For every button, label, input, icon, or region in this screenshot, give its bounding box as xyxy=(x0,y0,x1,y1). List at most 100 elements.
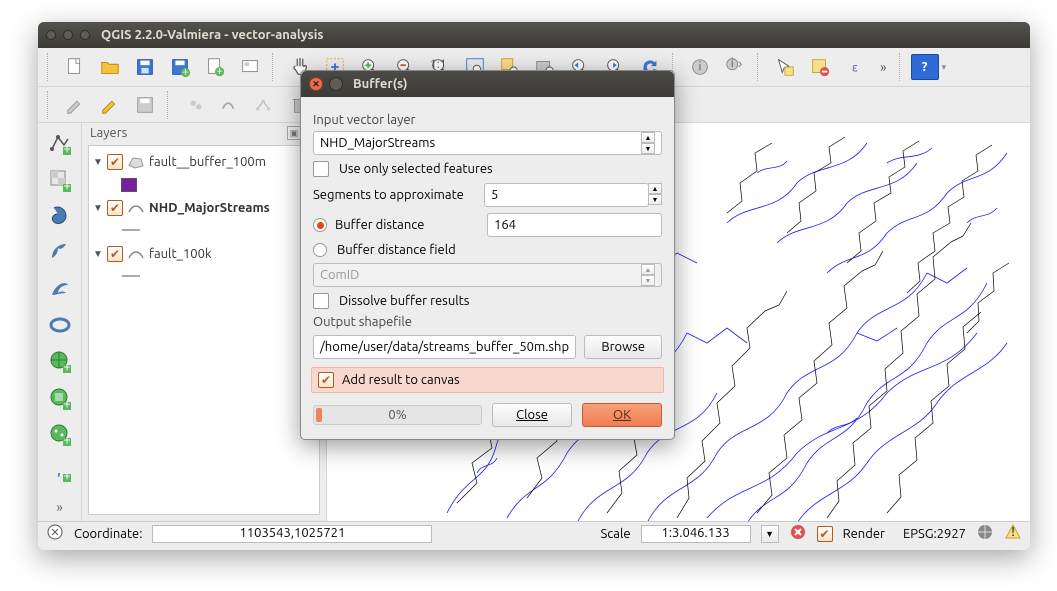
identify-results-button[interactable]: i xyxy=(719,51,751,83)
window-titlebar: QGIS 2.2.0-Valmiera - vector-analysis xyxy=(38,22,1030,48)
add-wcs-button[interactable]: + xyxy=(45,384,75,412)
add-oracle-button[interactable] xyxy=(45,311,75,339)
save-button[interactable] xyxy=(129,51,161,83)
add-wfs-button[interactable]: + xyxy=(45,420,75,448)
collapse-icon[interactable]: ▼ xyxy=(93,202,103,214)
composer-button[interactable] xyxy=(234,51,266,83)
new-layer-button[interactable]: + xyxy=(199,51,231,83)
spin-up-icon: ▲ xyxy=(641,264,655,275)
save-as-button[interactable]: + xyxy=(164,51,196,83)
spin-down-icon[interactable]: ▼ xyxy=(641,143,655,154)
buffer-distance-radio[interactable] xyxy=(313,218,327,232)
add-postgis-button[interactable] xyxy=(45,202,75,230)
add-spatialite-button[interactable] xyxy=(45,238,75,266)
dialog-titlebar[interactable]: ✕ Buffer(s) xyxy=(301,71,674,97)
dialog-close-icon[interactable]: ✕ xyxy=(309,77,323,91)
deselect-button[interactable] xyxy=(804,51,836,83)
add-delimited-button[interactable]: ,+ xyxy=(45,456,75,484)
layer-visibility-checkbox[interactable]: ✔ xyxy=(107,246,123,262)
input-layer-label: Input vector layer xyxy=(313,113,662,127)
input-layer-value: NHD_MajorStreams xyxy=(320,136,435,150)
coordinate-input[interactable]: 1103543,1025721 xyxy=(152,525,432,543)
line-symbol-icon xyxy=(121,224,141,238)
close-button[interactable]: Close xyxy=(492,403,572,427)
scale-dropdown-icon[interactable]: ▼ xyxy=(761,525,779,543)
use-selected-checkbox[interactable] xyxy=(313,161,329,177)
save-edits-button[interactable] xyxy=(129,89,161,121)
ok-button[interactable]: OK xyxy=(582,403,662,427)
spin-down-icon: ▼ xyxy=(641,275,655,286)
select-button[interactable] xyxy=(769,51,801,83)
add-raster-layer-button[interactable]: + xyxy=(45,165,75,193)
window-control-dot[interactable] xyxy=(80,30,90,40)
svg-text:+: + xyxy=(63,469,70,482)
layer-tree[interactable]: ▼ ✔ fault__buffer_100m ▼ ✔ NHD_MajorStre… xyxy=(88,145,320,515)
more-layers-button[interactable]: » xyxy=(45,493,75,521)
identify-button[interactable]: i xyxy=(684,51,716,83)
edit-toggle-button[interactable] xyxy=(59,89,91,121)
browse-button[interactable]: Browse xyxy=(584,335,662,359)
spin-up-icon[interactable]: ▲ xyxy=(648,183,662,194)
layer-row[interactable]: ▼ ✔ NHD_MajorStreams xyxy=(91,196,317,220)
edit-pencil-button[interactable] xyxy=(94,89,126,121)
progress-text: 0% xyxy=(388,408,406,422)
segments-input[interactable]: 5 xyxy=(484,183,649,207)
render-checkbox[interactable]: ✔ xyxy=(817,526,833,542)
left-dock-toolbar: + + + + + ,+ » xyxy=(38,123,82,521)
add-to-canvas-label: Add result to canvas xyxy=(342,373,460,387)
svg-text:!: ! xyxy=(1011,525,1015,539)
help-button[interactable]: ? xyxy=(911,54,939,80)
open-project-button[interactable] xyxy=(94,51,126,83)
dissolve-label: Dissolve buffer results xyxy=(339,294,469,308)
layer-symbol-row[interactable] xyxy=(91,174,317,196)
epsg-label[interactable]: EPSG:2927 xyxy=(903,527,966,541)
line-symbol-icon xyxy=(121,270,141,284)
layer-visibility-checkbox[interactable]: ✔ xyxy=(107,200,123,216)
add-mssql-button[interactable] xyxy=(45,274,75,302)
messages-icon[interactable]: ! xyxy=(1004,523,1022,544)
stop-render-icon[interactable] xyxy=(789,523,807,544)
svg-text:1:1: 1:1 xyxy=(430,58,446,71)
collapse-icon[interactable]: ▼ xyxy=(93,248,103,260)
layer-name: fault_100k xyxy=(149,247,212,261)
node-tool-button[interactable] xyxy=(249,89,281,121)
dialog-minimize-icon[interactable] xyxy=(329,77,343,91)
scale-input[interactable]: 1:3.046.133 xyxy=(641,525,751,543)
toolbar-overflow-icon[interactable]: » xyxy=(874,59,893,75)
add-to-canvas-checkbox[interactable]: ✔ xyxy=(318,372,334,388)
layer-symbol-row[interactable] xyxy=(91,266,317,288)
toggle-extents-icon[interactable] xyxy=(46,523,64,544)
layer-swatch xyxy=(121,178,137,192)
buffer-field-combo: ComID ▲▼ xyxy=(313,263,662,287)
svg-text:ε: ε xyxy=(852,62,858,75)
progress-bar: 0% xyxy=(313,405,482,425)
move-feature-button[interactable] xyxy=(214,89,246,121)
add-to-canvas-row: ✔ Add result to canvas xyxy=(311,367,664,393)
layer-symbol-row[interactable] xyxy=(91,220,317,242)
buffer-field-radio[interactable] xyxy=(313,243,327,257)
spin-down-icon[interactable]: ▼ xyxy=(648,194,662,205)
new-project-button[interactable] xyxy=(59,51,91,83)
svg-text:+: + xyxy=(63,360,70,373)
polygon-layer-icon xyxy=(127,155,145,169)
spin-up-icon[interactable]: ▲ xyxy=(641,132,655,143)
add-feature-button[interactable] xyxy=(179,89,211,121)
dissolve-checkbox[interactable] xyxy=(313,293,329,309)
add-vector-layer-button[interactable]: + xyxy=(45,129,75,157)
layer-visibility-checkbox[interactable]: ✔ xyxy=(107,154,123,170)
expression-button[interactable]: ε xyxy=(839,51,871,83)
window-control-dot[interactable] xyxy=(46,30,56,40)
input-layer-combo[interactable]: NHD_MajorStreams ▲▼ xyxy=(313,131,662,155)
layer-row[interactable]: ▼ ✔ fault_100k xyxy=(91,242,317,266)
buffer-distance-input[interactable]: 164 xyxy=(487,213,662,237)
layer-row[interactable]: ▼ ✔ fault__buffer_100m xyxy=(91,150,317,174)
output-path-input[interactable]: /home/user/data/streams_buffer_50m.shp xyxy=(313,335,576,359)
undock-icon[interactable]: ▣ xyxy=(287,126,301,140)
coordinate-label: Coordinate: xyxy=(74,527,142,541)
layers-panel: Layers ▣ ✕ ▼ ✔ fault__buffer_100m ▼ xyxy=(82,123,327,521)
collapse-icon[interactable]: ▼ xyxy=(93,156,103,168)
crs-icon[interactable] xyxy=(976,523,994,544)
window-control-dot[interactable] xyxy=(63,30,73,40)
line-layer-icon xyxy=(127,201,145,215)
add-wms-button[interactable]: + xyxy=(45,347,75,375)
